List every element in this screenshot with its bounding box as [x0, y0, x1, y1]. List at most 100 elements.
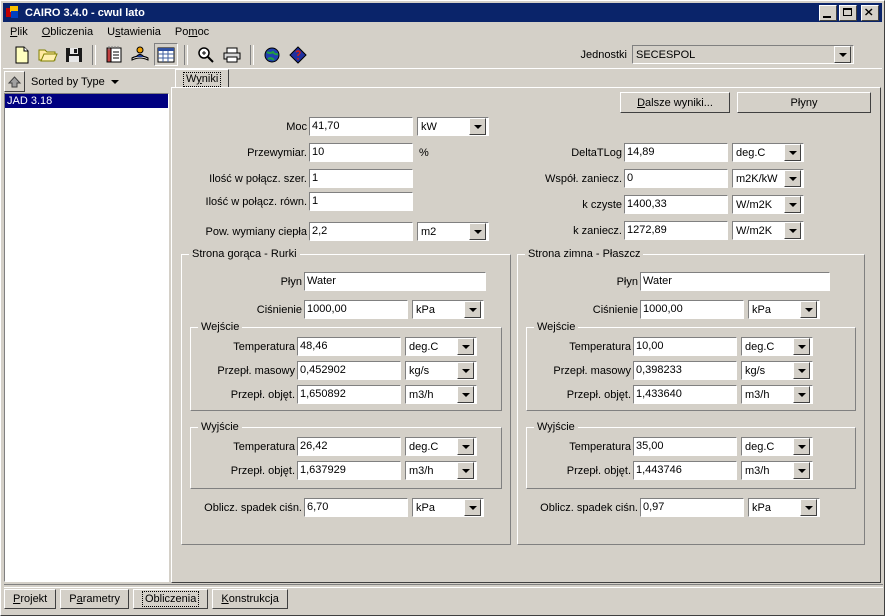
cold-fluid-field[interactable]: Water — [640, 272, 830, 291]
hot-inlet-temp-unit-combobox[interactable]: deg.C — [405, 337, 477, 356]
chevron-down-icon[interactable] — [110, 79, 119, 84]
tab-wyniki[interactable]: Wyniki — [175, 69, 230, 88]
chevron-down-icon[interactable] — [464, 301, 481, 318]
open-folder-icon[interactable] — [36, 43, 60, 66]
hot-outlet-temp-unit-combobox[interactable]: deg.C — [405, 437, 477, 456]
cold-inlet-volflow-unit-combobox[interactable]: m3/h — [741, 385, 813, 404]
pow-wymiany-field[interactable]: 2,2 — [309, 222, 413, 241]
deltatlog-field[interactable]: 14,89 — [624, 143, 728, 162]
cold-outlet-volflow-field[interactable]: 1,443746 — [633, 461, 737, 480]
menu-pomoc[interactable]: Pomoc — [168, 24, 216, 40]
ilosc-rown-field[interactable]: 1 — [309, 192, 413, 211]
save-disk-icon[interactable] — [62, 43, 86, 66]
chevron-down-icon[interactable] — [469, 223, 486, 240]
cold-inlet-volflow-field[interactable]: 1,433640 — [633, 385, 737, 404]
hot-pressure-unit-combobox[interactable]: kPa — [412, 300, 484, 319]
more-results-button[interactable]: Dalsze wyniki... — [620, 92, 730, 113]
wspol-zaniecz-field[interactable]: 0 — [624, 169, 728, 188]
cold-pressure-drop-unit-combobox[interactable]: kPa — [748, 498, 820, 517]
table-grid-icon[interactable] — [154, 43, 178, 66]
hot-outlet-temp-field[interactable]: 26,42 — [297, 437, 401, 456]
deltatlog-unit-combobox[interactable]: deg.C — [732, 143, 804, 162]
cold-inlet-temp-field[interactable]: 10,00 — [633, 337, 737, 356]
fluids-label: Płyny — [790, 96, 818, 109]
chevron-down-icon[interactable] — [793, 338, 810, 355]
chevron-down-icon[interactable] — [457, 462, 474, 479]
hot-pressure-drop-field[interactable]: 6,70 — [304, 498, 408, 517]
chevron-down-icon[interactable] — [469, 118, 486, 135]
chevron-down-icon[interactable] — [457, 362, 474, 379]
cold-pressure-field[interactable]: 1000,00 — [640, 300, 744, 319]
chevron-down-icon[interactable] — [793, 462, 810, 479]
wspol-zaniecz-unit-combobox[interactable]: m2K/kW — [732, 169, 804, 188]
chevron-down-icon[interactable] — [793, 362, 810, 379]
chevron-down-icon[interactable] — [457, 338, 474, 355]
globe-icon[interactable] — [260, 43, 284, 66]
chevron-down-icon[interactable] — [457, 386, 474, 403]
tab-konstrukcja[interactable]: Konstrukcja — [212, 589, 288, 609]
moc-field[interactable]: 41,70 — [309, 117, 413, 136]
user-manual-icon[interactable] — [128, 43, 152, 66]
ilosc-szer-field[interactable]: 1 — [309, 169, 413, 188]
przewymiar-field[interactable]: 10 — [309, 143, 413, 162]
sort-mode-label[interactable]: Sorted by Type — [31, 76, 105, 88]
k-zaniecz-unit-combobox[interactable]: W/m2K — [732, 221, 804, 240]
cold-outlet-temp-field[interactable]: 35,00 — [633, 437, 737, 456]
notebook-icon[interactable] — [102, 43, 126, 66]
hot-inlet-volflow-unit-combobox[interactable]: m3/h — [405, 385, 477, 404]
hot-inlet-temp-field[interactable]: 48,46 — [297, 337, 401, 356]
tab-obliczenia[interactable]: Obliczenia — [133, 589, 209, 609]
hot-pressure-field[interactable]: 1000,00 — [304, 300, 408, 319]
up-arrow-icon[interactable] — [4, 71, 25, 92]
chevron-down-icon[interactable] — [784, 144, 801, 161]
menu-obliczenia[interactable]: Obliczenia — [35, 24, 100, 40]
k-zaniecz-field[interactable]: 1272,89 — [624, 221, 728, 240]
hot-inlet-volflow-field[interactable]: 1,650892 — [297, 385, 401, 404]
list-item[interactable]: JAD 3.18 — [5, 94, 168, 108]
hot-outlet-group: Wyjście Temperatura 26,42 deg.C Przepł. … — [190, 421, 502, 489]
cold-inlet-temp-unit-combobox[interactable]: deg.C — [741, 337, 813, 356]
fluids-button[interactable]: Płyny — [737, 92, 871, 113]
menu-ustawienia[interactable]: Ustawienia — [100, 24, 168, 40]
hot-outlet-volflow-unit-combobox[interactable]: m3/h — [405, 461, 477, 480]
cold-pressure-unit-combobox[interactable]: kPa — [748, 300, 820, 319]
chevron-down-icon[interactable] — [834, 46, 851, 63]
chevron-down-icon[interactable] — [784, 170, 801, 187]
hot-inlet-massflow-field[interactable]: 0,452902 — [297, 361, 401, 380]
units-combobox[interactable]: SECESPOL — [632, 45, 854, 64]
chevron-down-icon[interactable] — [800, 301, 817, 318]
tab-strip: Wyniki — [171, 69, 881, 88]
pow-wymiany-unit-combobox[interactable]: m2 — [417, 222, 489, 241]
new-document-icon[interactable] — [10, 43, 34, 66]
menu-plik[interactable]: Plik — [3, 24, 35, 40]
hot-outlet-volflow-field[interactable]: 1,637929 — [297, 461, 401, 480]
chevron-down-icon[interactable] — [784, 196, 801, 213]
hot-inlet-massflow-unit-combobox[interactable]: kg/s — [405, 361, 477, 380]
cold-pressure-drop-field[interactable]: 0,97 — [640, 498, 744, 517]
minimize-button[interactable] — [819, 4, 837, 21]
k-czyste-unit-combobox[interactable]: W/m2K — [732, 195, 804, 214]
help-diamond-icon[interactable] — [286, 43, 310, 66]
project-tree[interactable]: JAD 3.18 — [4, 93, 169, 582]
hot-fluid-field[interactable]: Water — [304, 272, 486, 291]
close-button[interactable] — [861, 4, 879, 21]
cold-inlet-massflow-field[interactable]: 0,398233 — [633, 361, 737, 380]
maximize-button[interactable] — [839, 4, 857, 21]
moc-unit-combobox[interactable]: kW — [417, 117, 489, 136]
tab-parametry[interactable]: Parametry — [60, 589, 129, 609]
chevron-down-icon[interactable] — [793, 386, 810, 403]
k-czyste-field[interactable]: 1400,33 — [624, 195, 728, 214]
chevron-down-icon[interactable] — [793, 438, 810, 455]
chevron-down-icon[interactable] — [784, 222, 801, 239]
cold-outlet-temp-unit-combobox[interactable]: deg.C — [741, 437, 813, 456]
cold-outlet-volflow-unit-combobox[interactable]: m3/h — [741, 461, 813, 480]
print-icon[interactable] — [220, 43, 244, 66]
cold-fluid-label: Płyn — [616, 275, 638, 288]
chevron-down-icon[interactable] — [800, 499, 817, 516]
hot-pressure-drop-unit-combobox[interactable]: kPa — [412, 498, 484, 517]
cold-inlet-massflow-unit-combobox[interactable]: kg/s — [741, 361, 813, 380]
zoom-icon[interactable] — [194, 43, 218, 66]
chevron-down-icon[interactable] — [464, 499, 481, 516]
chevron-down-icon[interactable] — [457, 438, 474, 455]
tab-projekt[interactable]: Projekt — [4, 589, 57, 609]
